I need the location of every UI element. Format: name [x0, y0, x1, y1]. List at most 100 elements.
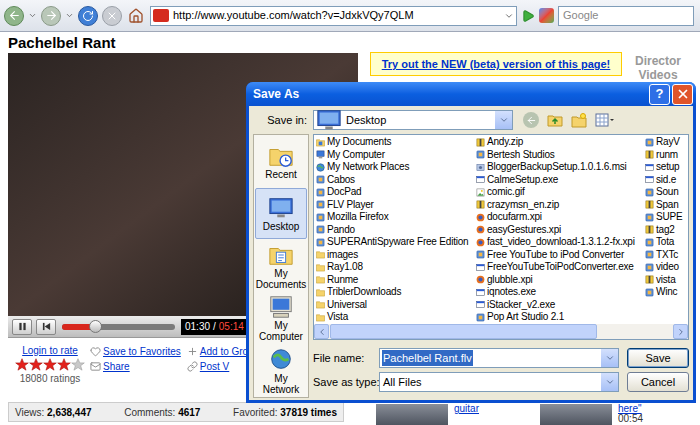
- plus-icon[interactable]: [187, 346, 198, 357]
- file-name[interactable]: TriblerDownloads: [327, 286, 401, 299]
- related-video[interactable]: here"00:54: [540, 404, 698, 425]
- file-item[interactable]: iqnotes.exe: [476, 286, 642, 299]
- back-button[interactable]: [4, 6, 24, 26]
- scroll-right-button[interactable]: [673, 324, 688, 339]
- link-icon[interactable]: [187, 361, 198, 372]
- file-name[interactable]: Cabos: [327, 174, 355, 187]
- dialog-button-label[interactable]: Save: [645, 350, 670, 367]
- related-title[interactable]: guitar: [454, 404, 479, 414]
- file-item[interactable]: Universal: [316, 299, 473, 312]
- file-item[interactable]: setup: [645, 161, 686, 174]
- file-item[interactable]: Winc: [645, 286, 686, 299]
- beta-banner[interactable]: Try out the NEW (beta) version of this p…: [370, 52, 622, 76]
- help-button[interactable]: ?: [649, 84, 670, 105]
- heart-icon[interactable]: [90, 346, 101, 357]
- file-name-value[interactable]: Pachelbel Rant.flv: [382, 350, 473, 367]
- file-name[interactable]: runm: [656, 149, 678, 162]
- file-item[interactable]: Tota: [645, 236, 686, 249]
- progress-thumb[interactable]: [89, 320, 102, 333]
- file-name[interactable]: iStacker_v2.exe: [487, 299, 555, 312]
- star-icon[interactable]: [43, 358, 57, 372]
- file-item[interactable]: Span: [645, 199, 686, 212]
- save-in-dropdown[interactable]: [495, 111, 512, 129]
- file-name[interactable]: BloggerBackupSetup.1.0.1.6.msi: [487, 161, 627, 174]
- file-item[interactable]: Pop Art Studio 2.1: [476, 311, 642, 324]
- file-item[interactable]: crazymsn_en.zip: [476, 199, 642, 212]
- place-item[interactable]: My Documents: [255, 241, 307, 291]
- file-item[interactable]: TXTc: [645, 249, 686, 262]
- star-icon[interactable]: [15, 358, 29, 372]
- file-name[interactable]: Pando: [327, 224, 355, 237]
- file-name[interactable]: TXTc: [656, 249, 678, 262]
- file-item[interactable]: Bertesh Studios: [476, 149, 642, 162]
- forward-history-icon[interactable]: [65, 11, 74, 20]
- file-name-dropdown[interactable]: [601, 349, 618, 367]
- file-name[interactable]: My Computer: [327, 149, 385, 162]
- file-name[interactable]: My Documents: [327, 136, 391, 149]
- save-in-combo[interactable]: Desktop: [313, 110, 513, 130]
- action-label[interactable]: Save to Favorites: [103, 344, 181, 359]
- file-name[interactable]: video: [656, 261, 679, 274]
- file-item[interactable]: Free YouTube to iPod Converter: [476, 249, 642, 262]
- file-item[interactable]: TriblerDownloads: [316, 286, 473, 299]
- back-folder-button[interactable]: [523, 112, 539, 128]
- file-item[interactable]: RayV: [645, 136, 686, 149]
- related-video[interactable]: guitar: [376, 404, 534, 425]
- file-item[interactable]: SUPE: [645, 211, 686, 224]
- file-name[interactable]: sid.e: [656, 174, 676, 187]
- home-button[interactable]: [126, 6, 146, 26]
- file-item[interactable]: docufarm.xpi: [476, 211, 642, 224]
- file-name[interactable]: Winc: [656, 286, 677, 299]
- horizontal-scrollbar[interactable]: [314, 324, 688, 339]
- url-text[interactable]: http://www.youtube.com/watch?v=JdxkVQy7Q…: [173, 7, 414, 24]
- file-item[interactable]: BloggerBackupSetup.1.0.1.6.msi: [476, 161, 642, 174]
- dialog-button-label[interactable]: Cancel: [641, 374, 675, 391]
- file-name[interactable]: comic.gif: [487, 186, 525, 199]
- file-name[interactable]: RayV: [656, 136, 680, 149]
- place-item[interactable]: My Computer: [255, 293, 307, 343]
- file-item[interactable]: Andy.zip: [476, 136, 642, 149]
- file-name[interactable]: SUPE: [656, 211, 682, 224]
- file-name[interactable]: CalmeSetup.exe: [487, 174, 558, 187]
- place-item[interactable]: Recent: [255, 136, 307, 186]
- close-button[interactable]: [672, 84, 693, 105]
- file-name[interactable]: Andy.zip: [487, 136, 523, 149]
- file-name-combo[interactable]: Pachelbel Rant.flv: [379, 348, 619, 368]
- dialog-button[interactable]: Save: [627, 348, 689, 368]
- file-name[interactable]: Universal: [327, 299, 367, 312]
- stop-button[interactable]: [102, 6, 122, 26]
- star-icon[interactable]: [71, 358, 85, 372]
- file-item[interactable]: My Documents: [316, 136, 473, 149]
- place-label[interactable]: Recent: [265, 169, 297, 180]
- file-name[interactable]: Mozilla Firefox: [327, 211, 388, 224]
- file-item[interactable]: easyGestures.xpi: [476, 224, 642, 237]
- file-name[interactable]: Span: [656, 199, 679, 212]
- file-item[interactable]: Pando: [316, 224, 473, 237]
- save-as-type-combo[interactable]: All Files: [379, 372, 619, 392]
- star-icon[interactable]: [29, 358, 43, 372]
- search-engine-icon[interactable]: [539, 8, 554, 23]
- place-label[interactable]: Desktop: [263, 221, 300, 232]
- file-name[interactable]: Vista: [327, 311, 348, 324]
- up-folder-icon[interactable]: [547, 112, 563, 128]
- file-item[interactable]: vista: [645, 274, 686, 287]
- file-item[interactable]: runm: [645, 149, 686, 162]
- file-item[interactable]: sid.e: [645, 174, 686, 187]
- file-name[interactable]: FLV Player: [327, 199, 374, 212]
- action-label[interactable]: Post V: [200, 359, 229, 374]
- file-item[interactable]: Runme: [316, 274, 473, 287]
- file-name[interactable]: setup: [656, 161, 679, 174]
- file-name[interactable]: fast_video_download-1.3.1.2-fx.xpi: [487, 236, 635, 249]
- action-label[interactable]: Share: [103, 359, 130, 374]
- progress-track[interactable]: [62, 324, 175, 330]
- file-name[interactable]: docufarm.xpi: [487, 211, 542, 224]
- place-label[interactable]: My Network: [256, 373, 306, 395]
- play-pause-button[interactable]: [12, 319, 32, 335]
- url-dropdown-icon[interactable]: [504, 11, 514, 21]
- file-name[interactable]: vista: [656, 274, 676, 287]
- file-item[interactable]: Ray1.08: [316, 261, 473, 274]
- scroll-left-button[interactable]: [314, 324, 329, 339]
- file-name[interactable]: crazymsn_en.zip: [487, 199, 559, 212]
- place-label[interactable]: My Documents: [256, 268, 307, 290]
- views-menu-icon[interactable]: [595, 112, 615, 128]
